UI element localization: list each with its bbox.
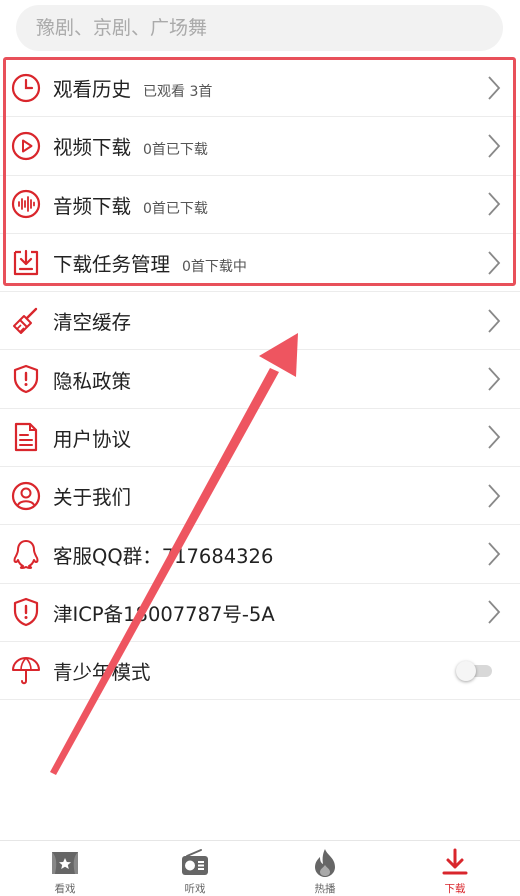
menu-item-label: 关于我们	[53, 486, 132, 510]
theater-icon	[52, 852, 78, 874]
menu-item-label: 用户协议	[53, 427, 132, 451]
tab-download[interactable]: 下载	[390, 841, 520, 896]
menu-item-sub: 0首已下载	[143, 142, 208, 159]
teen-mode-toggle[interactable]	[456, 660, 492, 681]
menu-item-teen-mode: 青少年模式	[0, 642, 520, 701]
tab-hot[interactable]: 热播	[260, 841, 390, 896]
clock-icon	[11, 73, 41, 102]
download-icon	[442, 848, 468, 875]
bottom-tab-bar: 看戏 听戏 热播 下载	[0, 840, 520, 896]
search-bar[interactable]: 豫剧、京剧、广场舞	[16, 5, 503, 51]
menu-item-icp[interactable]: 津ICP备18007787号-5A	[0, 584, 520, 642]
menu-item-about-us[interactable]: 关于我们	[0, 467, 520, 526]
tab-label: 看戏	[54, 883, 76, 895]
chevron-right-icon	[488, 250, 501, 275]
menu-item-sub: 0首已下载	[143, 200, 208, 217]
menu-item-label: 音频下载	[53, 194, 132, 218]
tab-label: 下载	[444, 883, 466, 895]
umbrella-icon	[12, 656, 40, 684]
menu-item-qq-group[interactable]: 客服QQ群：717684326	[0, 525, 520, 584]
menu-item-sub: 0首下载中	[182, 259, 247, 276]
menu-item-label: 津ICP备18007787号-5A	[53, 602, 275, 626]
menu-item-watch-history[interactable]: 观看历史 已观看 3首	[0, 59, 520, 118]
menu-list: 观看历史 已观看 3首 视频下载 0首已下载 音频下载 0首已下载 下载任务管理 0首下…	[0, 59, 520, 701]
download-task-icon	[13, 249, 39, 275]
audio-wave-icon	[11, 190, 41, 219]
qq-icon	[13, 540, 39, 570]
menu-item-download-tasks[interactable]: 下载任务管理 0首下载中	[0, 234, 520, 293]
menu-item-clear-cache[interactable]: 清空缓存	[0, 292, 520, 351]
menu-item-label: 下载任务管理	[53, 253, 171, 277]
chevron-right-icon	[488, 134, 501, 158]
chevron-right-icon	[488, 484, 501, 508]
chevron-right-icon	[488, 367, 501, 391]
tab-label: 热播	[314, 883, 336, 895]
tab-listen-opera[interactable]: 听戏	[130, 841, 260, 896]
menu-item-label: 视频下载	[53, 136, 132, 160]
chevron-right-icon	[488, 192, 501, 216]
menu-item-label: 清空缓存	[53, 311, 132, 335]
menu-item-user-agreement[interactable]: 用户协议	[0, 409, 520, 468]
menu-item-sub: 已观看 3首	[143, 84, 213, 101]
menu-item-label: 客服QQ群：717684326	[53, 544, 274, 568]
flame-icon	[315, 849, 335, 877]
toggle-knob	[456, 660, 476, 681]
broom-icon	[13, 307, 38, 334]
chevron-right-icon	[488, 425, 501, 450]
chevron-right-icon	[488, 76, 501, 100]
chevron-right-icon	[488, 309, 501, 333]
search-placeholder: 豫剧、京剧、广场舞	[36, 17, 208, 39]
document-icon	[14, 423, 38, 452]
tab-label: 听戏	[184, 883, 206, 895]
menu-item-label: 青少年模式	[53, 661, 151, 685]
menu-item-privacy-policy[interactable]: 隐私政策	[0, 350, 520, 409]
shield-icon	[13, 598, 39, 627]
play-circle-icon	[11, 131, 41, 161]
menu-item-label: 观看历史	[53, 78, 132, 102]
chevron-right-icon	[488, 600, 501, 624]
menu-item-audio-download[interactable]: 音频下载 0首已下载	[0, 176, 520, 234]
user-circle-icon	[11, 481, 41, 510]
menu-item-label: 隐私政策	[53, 369, 132, 393]
tab-watch-opera[interactable]: 看戏	[0, 841, 130, 896]
radio-icon	[182, 849, 208, 875]
chevron-right-icon	[488, 542, 501, 566]
menu-item-video-download[interactable]: 视频下载 0首已下载	[0, 117, 520, 176]
shield-icon	[13, 365, 39, 394]
